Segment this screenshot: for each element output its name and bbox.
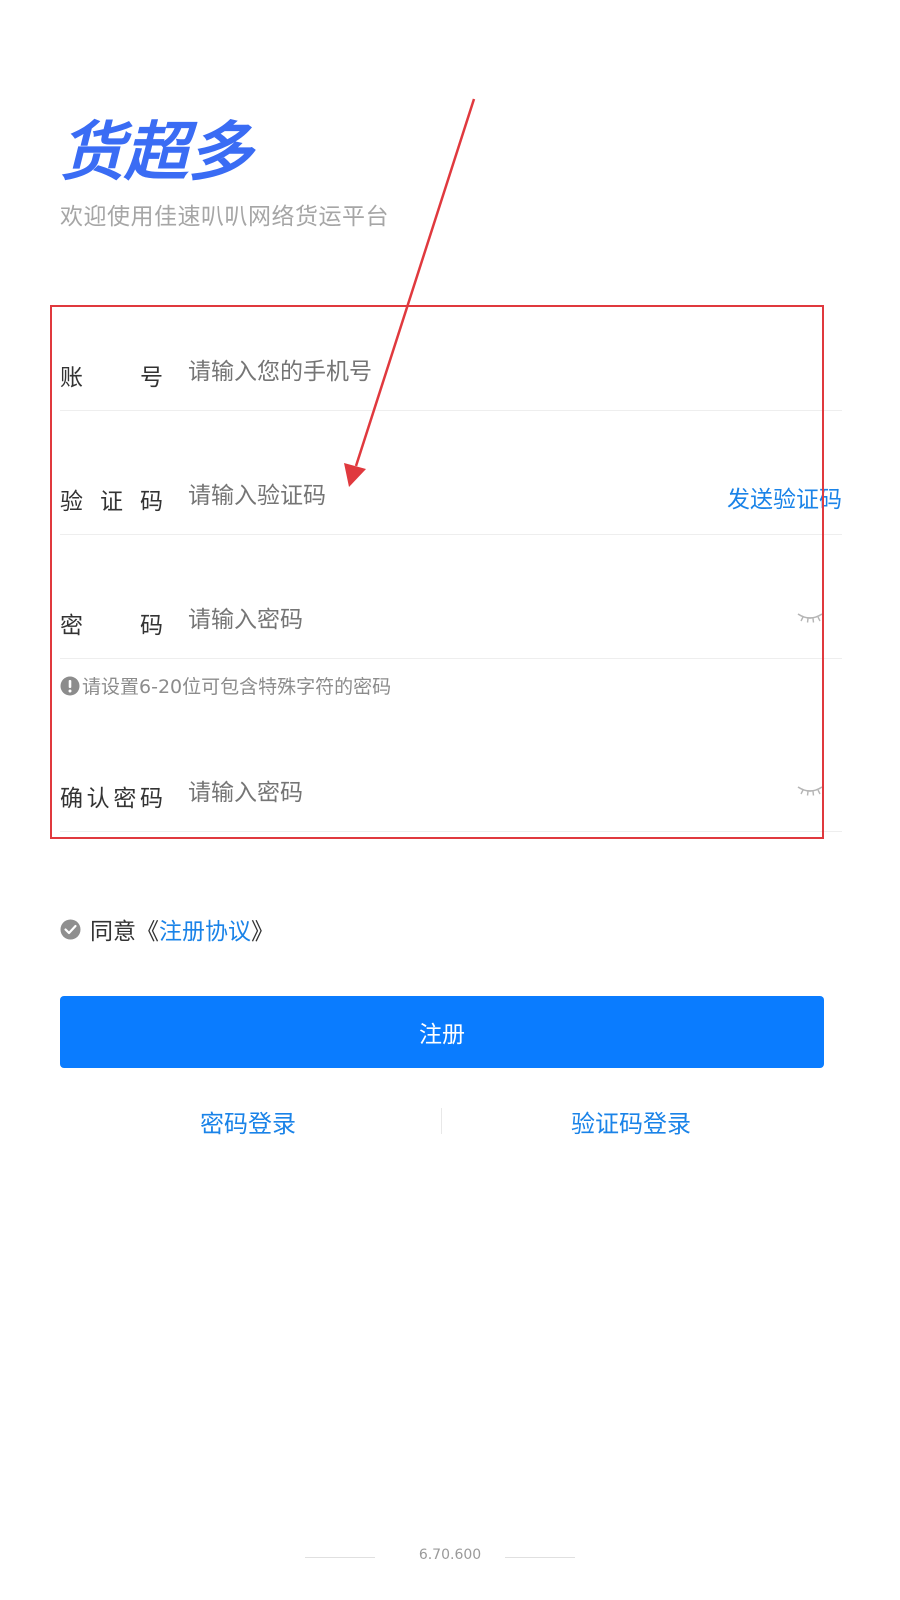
register-agreement-link[interactable]: 注册协议 (159, 912, 251, 946)
footer-line-right (505, 1557, 575, 1558)
exclamation-icon (60, 676, 80, 695)
account-label: 账 号 (60, 365, 163, 391)
password-login-link[interactable]: 密码登录 (200, 1104, 296, 1139)
check-circle-icon[interactable] (60, 919, 81, 940)
password-label: 密 码 (60, 613, 163, 639)
welcome-subtitle: 欢迎使用佳速叭叭网络货运平台 (60, 204, 389, 230)
brand-logo: 货超多 (60, 112, 300, 190)
eye-closed-icon[interactable] (796, 781, 824, 801)
agreement-prefix: 同意《 (90, 919, 159, 945)
agreement-row: 同意《 注册协议 》 (60, 912, 274, 946)
phone-input[interactable] (188, 352, 668, 392)
code-login-link[interactable]: 验证码登录 (571, 1104, 691, 1139)
password-hint: 请设置6-20位可包含特殊字符的密码 (60, 672, 391, 699)
account-row: 账 号 (60, 338, 842, 411)
password-input[interactable] (188, 600, 668, 640)
link-divider (441, 1108, 442, 1134)
verification-code-label: 验 证 码 (60, 489, 163, 515)
verification-code-row: 验 证 码 发送验证码 (60, 462, 842, 535)
send-code-button[interactable]: 发送验证码 (727, 480, 842, 514)
password-hint-text: 请设置6-20位可包含特殊字符的密码 (82, 676, 392, 698)
verification-code-input[interactable] (188, 476, 608, 516)
app-version: 6.70.600 (418, 1547, 482, 1563)
agreement-suffix: 》 (251, 919, 274, 945)
password-row: 密 码 (60, 586, 842, 659)
login-links: 密码登录 验证码登录 (60, 1104, 824, 1140)
logo-text: 货超多 (60, 116, 256, 188)
confirm-password-input[interactable] (188, 773, 668, 813)
confirm-password-row: 确认密码 (60, 759, 842, 832)
confirm-password-label: 确认密码 (60, 786, 163, 812)
register-button[interactable]: 注册 (60, 996, 824, 1068)
eye-closed-icon[interactable] (796, 608, 824, 628)
